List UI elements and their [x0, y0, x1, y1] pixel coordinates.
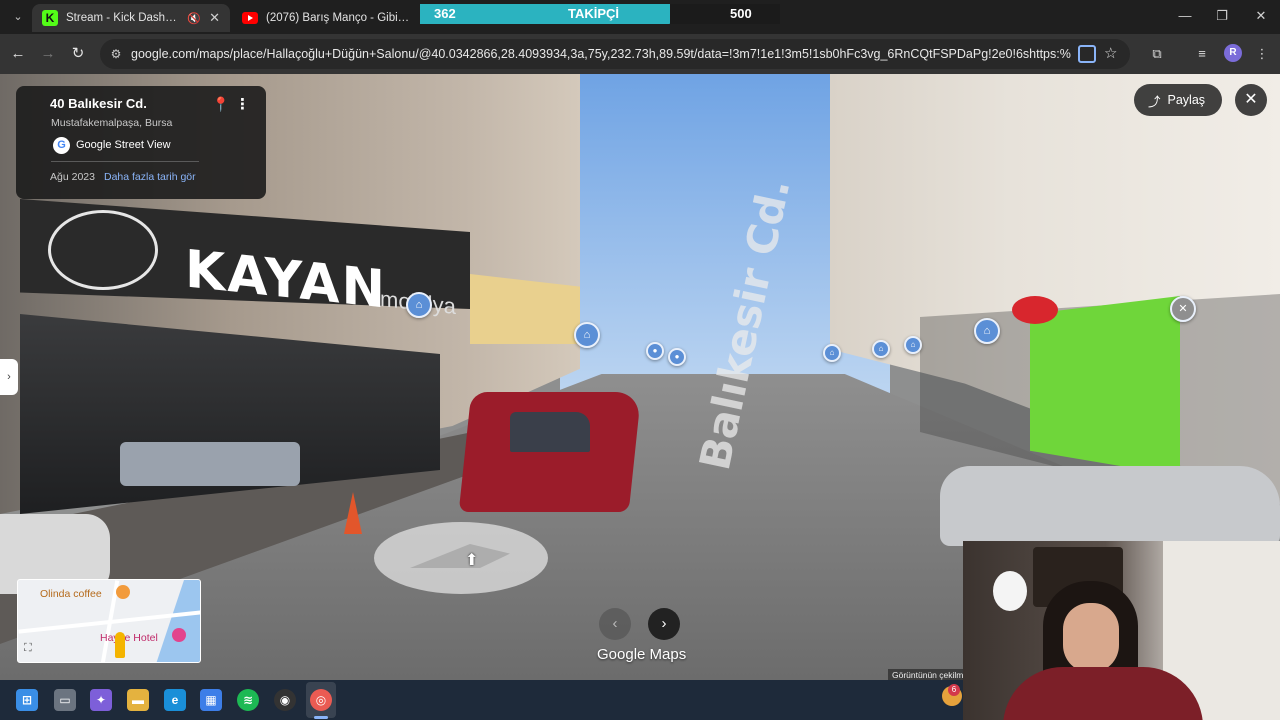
shopping-poi-icon[interactable]: ⌂ [974, 318, 1000, 344]
store-icon[interactable]: ▦ [200, 689, 222, 711]
url-text: google.com/maps/place/Hallaçoğlu+Düğün+S… [131, 47, 1071, 61]
webcam-person-body [1003, 667, 1203, 720]
back-arrow-icon[interactable]: ← [6, 43, 30, 65]
tab-kick-dashboard[interactable]: K Stream - Kick Dashboard 🔇 ✕ [32, 4, 230, 32]
map-pin-icon[interactable]: 📍 [212, 96, 229, 113]
capture-date: Ağu 2023 [50, 171, 95, 183]
start-icon[interactable]: ⊞ [16, 689, 38, 711]
screen: ⌄ K Stream - Kick Dashboard 🔇 ✕ (2076) B… [0, 0, 1280, 720]
grey-car [940, 466, 1280, 546]
close-window-icon[interactable]: ✕ [1246, 6, 1276, 26]
pegman-icon[interactable] [115, 632, 125, 658]
restaurant-poi-icon[interactable]: ✕ [1170, 296, 1196, 322]
task-view-icon[interactable]: ▭ [54, 689, 76, 711]
minimize-icon[interactable]: — [1170, 6, 1200, 26]
sofa [120, 442, 300, 486]
google-logo-icon: G [53, 137, 70, 154]
van-windshield [510, 412, 590, 452]
shopping-poi-icon[interactable]: ⌂ [872, 340, 890, 358]
media-control-icon[interactable]: ≡ [1192, 44, 1212, 64]
google-maps-logo: Google Maps [597, 646, 687, 663]
follower-progress-fill [420, 4, 680, 24]
divider [51, 161, 199, 162]
browser-menu-icon[interactable]: ⋮ [1252, 44, 1272, 64]
red-van [458, 392, 642, 512]
tab-youtube[interactable]: (2076) Barış Manço - Gibi Gibi - [232, 4, 422, 32]
shopping-poi-icon[interactable]: ⌂ [406, 292, 432, 318]
youtube-icon [242, 12, 258, 24]
obs-icon[interactable]: ◉ [274, 689, 296, 711]
traffic-cone [344, 492, 362, 534]
follower-target: 500 [730, 6, 752, 21]
taskbar: ⊞ ▭ ✦ ▬ e ▦ ≋ ◉ ◎ [0, 680, 963, 720]
close-street-view-button[interactable]: ✕ [1235, 84, 1267, 116]
spotify-icon[interactable]: ≋ [237, 689, 259, 711]
address-title: 40 Balıkesir Cd. [50, 96, 147, 111]
share-button[interactable]: ⤴ Paylaş [1134, 84, 1222, 116]
minimap-water [154, 580, 200, 662]
tab-search-icon[interactable]: ⌄ [8, 7, 28, 27]
minimap-poi-label: Olinda coffee [40, 588, 102, 600]
webcam-plush-toy [993, 571, 1027, 611]
cafe-poi-icon [116, 585, 130, 599]
reload-icon[interactable]: ↻ [66, 43, 90, 65]
shop-logo-red [1012, 296, 1058, 324]
follower-label: TAKİPÇİ [568, 6, 620, 21]
image-credit: Görüntünün çekilme [888, 669, 973, 680]
shop-logo [48, 210, 158, 290]
follower-progress-remaining [670, 4, 780, 24]
location-poi-icon[interactable]: ● [668, 348, 686, 366]
active-app-indicator [314, 716, 328, 719]
kick-icon: K [42, 10, 58, 26]
more-dates-link[interactable]: Daha fazla tarih gör [104, 171, 196, 183]
minimap[interactable]: Olinda coffee Hayde Hotel ⛶ [17, 579, 201, 663]
browser-tab-strip: ⌄ K Stream - Kick Dashboard 🔇 ✕ (2076) B… [0, 0, 1280, 34]
expand-panel-chevron-icon[interactable]: › [0, 359, 18, 395]
tab-title: Stream - Kick Dashboard [66, 12, 179, 24]
copilot-icon[interactable]: ✦ [90, 689, 112, 711]
location-poi-icon[interactable]: ● [646, 342, 664, 360]
forward-arrow-icon[interactable]: → [36, 43, 60, 65]
maximize-icon[interactable]: ❐ [1207, 6, 1237, 26]
webcam-overlay [963, 541, 1280, 720]
notification-badge: 6 [948, 684, 960, 696]
expand-map-icon[interactable]: ⛶ [24, 642, 32, 655]
close-tab-icon[interactable]: ✕ [209, 10, 220, 26]
browser-toolbar: ← → ↻ ⚙ google.com/maps/place/Hallaçoğlu… [0, 34, 1280, 74]
mute-icon[interactable]: 🔇 [187, 12, 201, 25]
extensions-icon[interactable]: ⧉ [1147, 44, 1167, 64]
shopping-poi-icon[interactable]: ⌂ [904, 336, 922, 354]
shopping-poi-icon[interactable]: ⌂ [574, 322, 600, 348]
previous-image-button[interactable]: ‹ [599, 608, 631, 640]
street-view-source: Google Street View [76, 139, 171, 151]
share-label: Paylaş [1167, 93, 1206, 107]
file-explorer-icon[interactable]: ▬ [127, 689, 149, 711]
address-bar[interactable]: ⚙ google.com/maps/place/Hallaçoğlu+Düğün… [100, 39, 1130, 69]
location-info-card: 40 Balıkesir Cd. Mustafakemalpaşa, Bursa… [16, 86, 266, 199]
next-image-button[interactable]: › [648, 608, 680, 640]
profile-avatar[interactable]: R [1224, 44, 1242, 62]
share-icon: ⤴ [1148, 94, 1161, 109]
follower-current: 362 [434, 6, 456, 21]
follower-goal-overlay: 362 TAKİPÇİ 500 [420, 4, 780, 24]
address-subtitle: Mustafakemalpaşa, Bursa [51, 117, 173, 129]
cart-poi-icon[interactable]: ⌂ [823, 344, 841, 362]
webcam-person-face [1063, 603, 1119, 673]
active-app-highlight [306, 682, 336, 718]
green-shopfront [1030, 296, 1180, 476]
install-app-icon[interactable] [1078, 45, 1096, 63]
minimap-poi-label: Hayde Hotel [100, 632, 158, 644]
hotel-poi-icon [172, 628, 186, 642]
bookmark-star-icon[interactable]: ☆ [1104, 44, 1117, 62]
tab-title: (2076) Barış Manço - Gibi Gibi - [266, 12, 412, 24]
more-options-icon[interactable]: ⋮ [235, 95, 250, 113]
edge-icon[interactable]: e [164, 689, 186, 711]
mouse-pointer-icon: ⬆ [465, 552, 479, 569]
site-info-icon[interactable]: ⚙ [108, 46, 124, 62]
